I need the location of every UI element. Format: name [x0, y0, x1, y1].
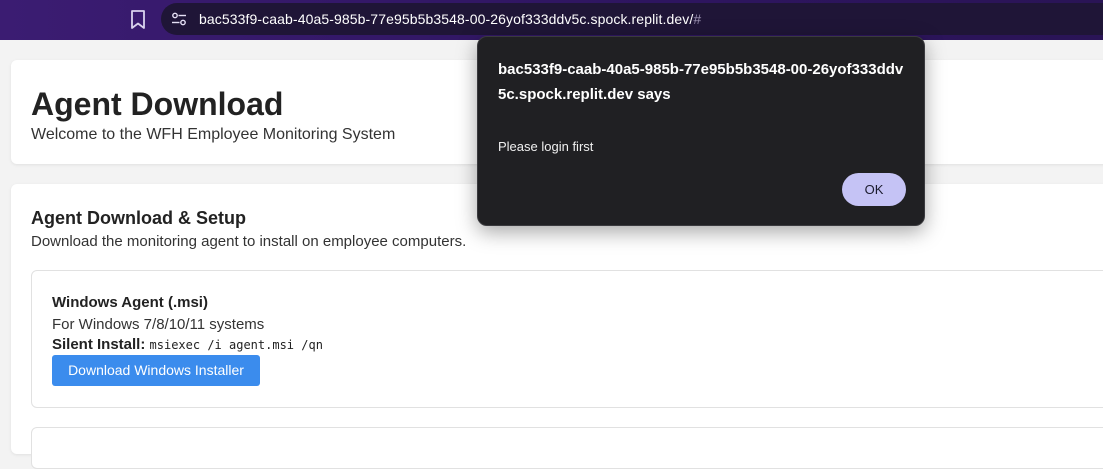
site-settings-icon[interactable]: [171, 11, 187, 27]
url-main: bac533f9-caab-40a5-985b-77e95b5b3548-00-…: [199, 11, 694, 27]
dialog-message: Please login first: [498, 139, 594, 154]
silent-install-row: Silent Install: msiexec /i agent.msi /qn: [52, 336, 323, 353]
browser-toolbar: bac533f9-caab-40a5-985b-77e95b5b3548-00-…: [0, 0, 1103, 40]
section-title: Agent Download & Setup: [31, 208, 246, 228]
section-description: Download the monitoring agent to install…: [31, 233, 467, 250]
dialog-title: bac533f9-caab-40a5-985b-77e95b5b3548-00-…: [498, 61, 904, 103]
silent-install-label: Silent Install:: [52, 336, 146, 353]
alert-dialog: bac533f9-caab-40a5-985b-77e95b5b3548-00-…: [477, 36, 925, 226]
download-windows-installer-button[interactable]: Download Windows Installer: [52, 355, 260, 386]
windows-agent-panel: Windows Agent (.msi) For Windows 7/8/10/…: [31, 270, 1103, 408]
page-subtitle: Welcome to the WFH Employee Monitoring S…: [31, 126, 396, 143]
page-title: Agent Download: [31, 86, 284, 122]
bookmark-icon[interactable]: [129, 9, 147, 31]
silent-install-command: msiexec /i agent.msi /qn: [149, 338, 323, 352]
windows-agent-description: For Windows 7/8/10/11 systems: [52, 316, 265, 333]
address-bar[interactable]: bac533f9-caab-40a5-985b-77e95b5b3548-00-…: [161, 3, 1103, 35]
ok-button[interactable]: OK: [842, 173, 906, 206]
url-text[interactable]: bac533f9-caab-40a5-985b-77e95b5b3548-00-…: [199, 11, 701, 27]
next-agent-panel: [31, 427, 1103, 469]
windows-agent-title: Windows Agent (.msi): [52, 294, 208, 311]
url-hash: #: [693, 11, 702, 27]
